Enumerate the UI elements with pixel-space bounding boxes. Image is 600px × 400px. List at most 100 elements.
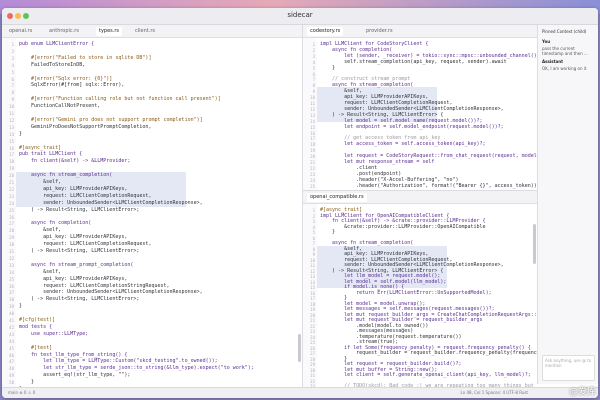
line-number: 40 xyxy=(9,311,14,317)
code-line[interactable]: let client = self.generate_openai_client… xyxy=(320,372,531,379)
line-number: 18 xyxy=(310,301,315,307)
code-line[interactable]: ) -> Result<String, LLMClientError>; xyxy=(19,207,139,214)
line-number: 8 xyxy=(312,246,315,252)
code-line[interactable]: } xyxy=(19,131,22,138)
line-number: 22 xyxy=(9,186,14,192)
code-line[interactable]: } xyxy=(19,303,22,310)
line-number: 8 xyxy=(11,90,14,96)
code-line[interactable]: FailedToStoreInDB, xyxy=(19,62,85,69)
code-line[interactable]: use super::LLMType; xyxy=(19,331,88,338)
tab-provider[interactable]: provider.rs xyxy=(363,27,396,36)
line-number: 46 xyxy=(9,352,14,358)
code-line[interactable]: SqlxError(#[from] sqlx::Error), xyxy=(19,82,124,89)
tab-codestory[interactable]: codestory.rs xyxy=(307,27,344,36)
left-editor-pane[interactable]: 1 pub enum LLMClientError {2 3 #[error("Fa… xyxy=(2,38,302,388)
code-line[interactable]: assert_eq!(str_llm_type, ""); xyxy=(19,372,130,379)
line-number: 2 xyxy=(312,213,315,219)
line-number: 13 xyxy=(9,124,14,130)
line-number: 4 xyxy=(11,62,14,68)
tab-anthropic[interactable]: anthropic.rs xyxy=(46,27,82,36)
tab-types[interactable]: types.rs xyxy=(96,27,123,36)
line-number: 24 xyxy=(9,200,14,206)
line-number: 21 xyxy=(310,160,315,165)
line-number: 28 xyxy=(9,228,14,234)
line-number: 11 xyxy=(310,263,315,268)
code-line[interactable]: } xyxy=(320,229,335,236)
code-line[interactable]: &crate::provider::LLMProvider::OpenAICom… xyxy=(320,224,486,231)
code-line[interactable]: pub enum LLMClientError { xyxy=(19,41,94,48)
line-number: 20 xyxy=(9,173,14,179)
assistant-label: Assistant xyxy=(542,59,563,64)
line-number: 15 xyxy=(310,285,315,290)
line-number: 23 xyxy=(310,171,315,177)
line-number: 41 xyxy=(9,318,14,323)
line-number: 31 xyxy=(310,373,315,378)
line-number: 3 xyxy=(11,55,14,61)
chat-header: Pinned Context (child) xyxy=(542,29,587,34)
line-number: 14 xyxy=(310,118,315,124)
line-number: 26 xyxy=(9,214,14,220)
line-number: 36 xyxy=(9,283,14,289)
line-number: 7 xyxy=(11,83,14,89)
right-bottom-editor-pane[interactable]: 1 #[async_trait] 2 impl LLMClient for OpenA… xyxy=(303,204,537,388)
line-number: 9 xyxy=(11,97,14,103)
line-number: 23 xyxy=(9,193,14,199)
code-line[interactable]: GeminiProDoesNotSupportPromptCompletion, xyxy=(19,124,151,131)
code-line[interactable]: FunctionCallNotPresent, xyxy=(19,103,100,110)
chat-panel: Pinned Context (child) You pass the curr… xyxy=(537,25,598,384)
line-number: 3 xyxy=(312,219,315,224)
code-line[interactable]: let access_token = self.access_token(api… xyxy=(320,141,486,148)
line-number: 2 xyxy=(312,47,315,53)
tab-openai-compatible[interactable]: openai_compatible.rs xyxy=(307,193,367,202)
line-number: 12 xyxy=(310,106,315,112)
code-line[interactable]: fn client(&self) -> &LLMProvider; xyxy=(19,158,130,165)
code-line[interactable]: } xyxy=(320,65,335,72)
code-line[interactable]: .header("Authorization", format!("Bearer… xyxy=(320,183,537,190)
line-number: 25 xyxy=(310,183,315,189)
code-line[interactable]: self.stream_completion(api_key, request,… xyxy=(320,59,507,66)
line-number: 10 xyxy=(310,95,315,101)
line-number: 22 xyxy=(310,323,315,329)
line-number: 19 xyxy=(310,148,315,154)
line-number: 15 xyxy=(310,124,315,130)
line-number: 35 xyxy=(9,276,14,282)
line-number: 22 xyxy=(310,165,315,171)
line-number: 1 xyxy=(312,42,315,47)
title-bar: sidecar xyxy=(2,8,598,25)
code-line[interactable]: ) -> Result<String, LLMClientError>; xyxy=(19,248,139,255)
line-number: 18 xyxy=(310,142,315,148)
tab-openai[interactable]: openai.rs xyxy=(6,27,35,36)
status-left: main ⊗ 0 ⚠ 0 xyxy=(8,390,36,395)
tab-client[interactable]: client.rs xyxy=(132,27,158,36)
right-scrollbar[interactable] xyxy=(533,224,536,264)
line-number: 14 xyxy=(310,279,315,285)
line-number: 15 xyxy=(9,138,14,144)
line-number: 25 xyxy=(310,340,315,345)
line-number: 39 xyxy=(9,304,14,310)
status-right: Ln 48, Col 1 Spaces: 4 UTF-8 Rust xyxy=(460,390,528,395)
line-number: 30 xyxy=(9,242,14,248)
line-number: 6 xyxy=(312,235,315,241)
line-number: 24 xyxy=(310,177,315,183)
line-number: 27 xyxy=(310,351,315,356)
watermark: @爱库 xyxy=(568,387,596,397)
left-scrollbar[interactable] xyxy=(298,334,301,362)
line-number: 1 xyxy=(312,208,315,213)
line-number: 48 xyxy=(9,366,14,372)
line-number: 16 xyxy=(310,130,315,136)
line-number: 30 xyxy=(310,367,315,373)
line-number: 18 xyxy=(9,159,14,165)
status-bar: main ⊗ 0 ⚠ 0 Ln 48, Col 1 Spaces: 4 UTF-… xyxy=(2,387,598,398)
line-number: 38 xyxy=(9,297,14,303)
right-top-editor-pane[interactable]: 1 impl LLMClient for CodeStoryClient {2 a… xyxy=(303,38,537,190)
line-number: 21 xyxy=(9,180,14,185)
assistant-message: OK, I am working on it xyxy=(542,66,587,71)
line-number: 13 xyxy=(310,112,315,118)
chat-input[interactable]: Ask anything, use @ to mention xyxy=(542,355,595,381)
right-tab-bar: codestory.rs provider.rs xyxy=(303,25,537,38)
code-line[interactable]: request_builder = request_builder.freque… xyxy=(320,350,537,357)
code-line[interactable]: ) -> Result<String, LLMClientError>; xyxy=(19,296,139,303)
line-number: 47 xyxy=(9,359,14,365)
line-number: 17 xyxy=(310,296,315,301)
code-line[interactable]: let endpoint = self.model_endpoint(reque… xyxy=(320,124,504,131)
